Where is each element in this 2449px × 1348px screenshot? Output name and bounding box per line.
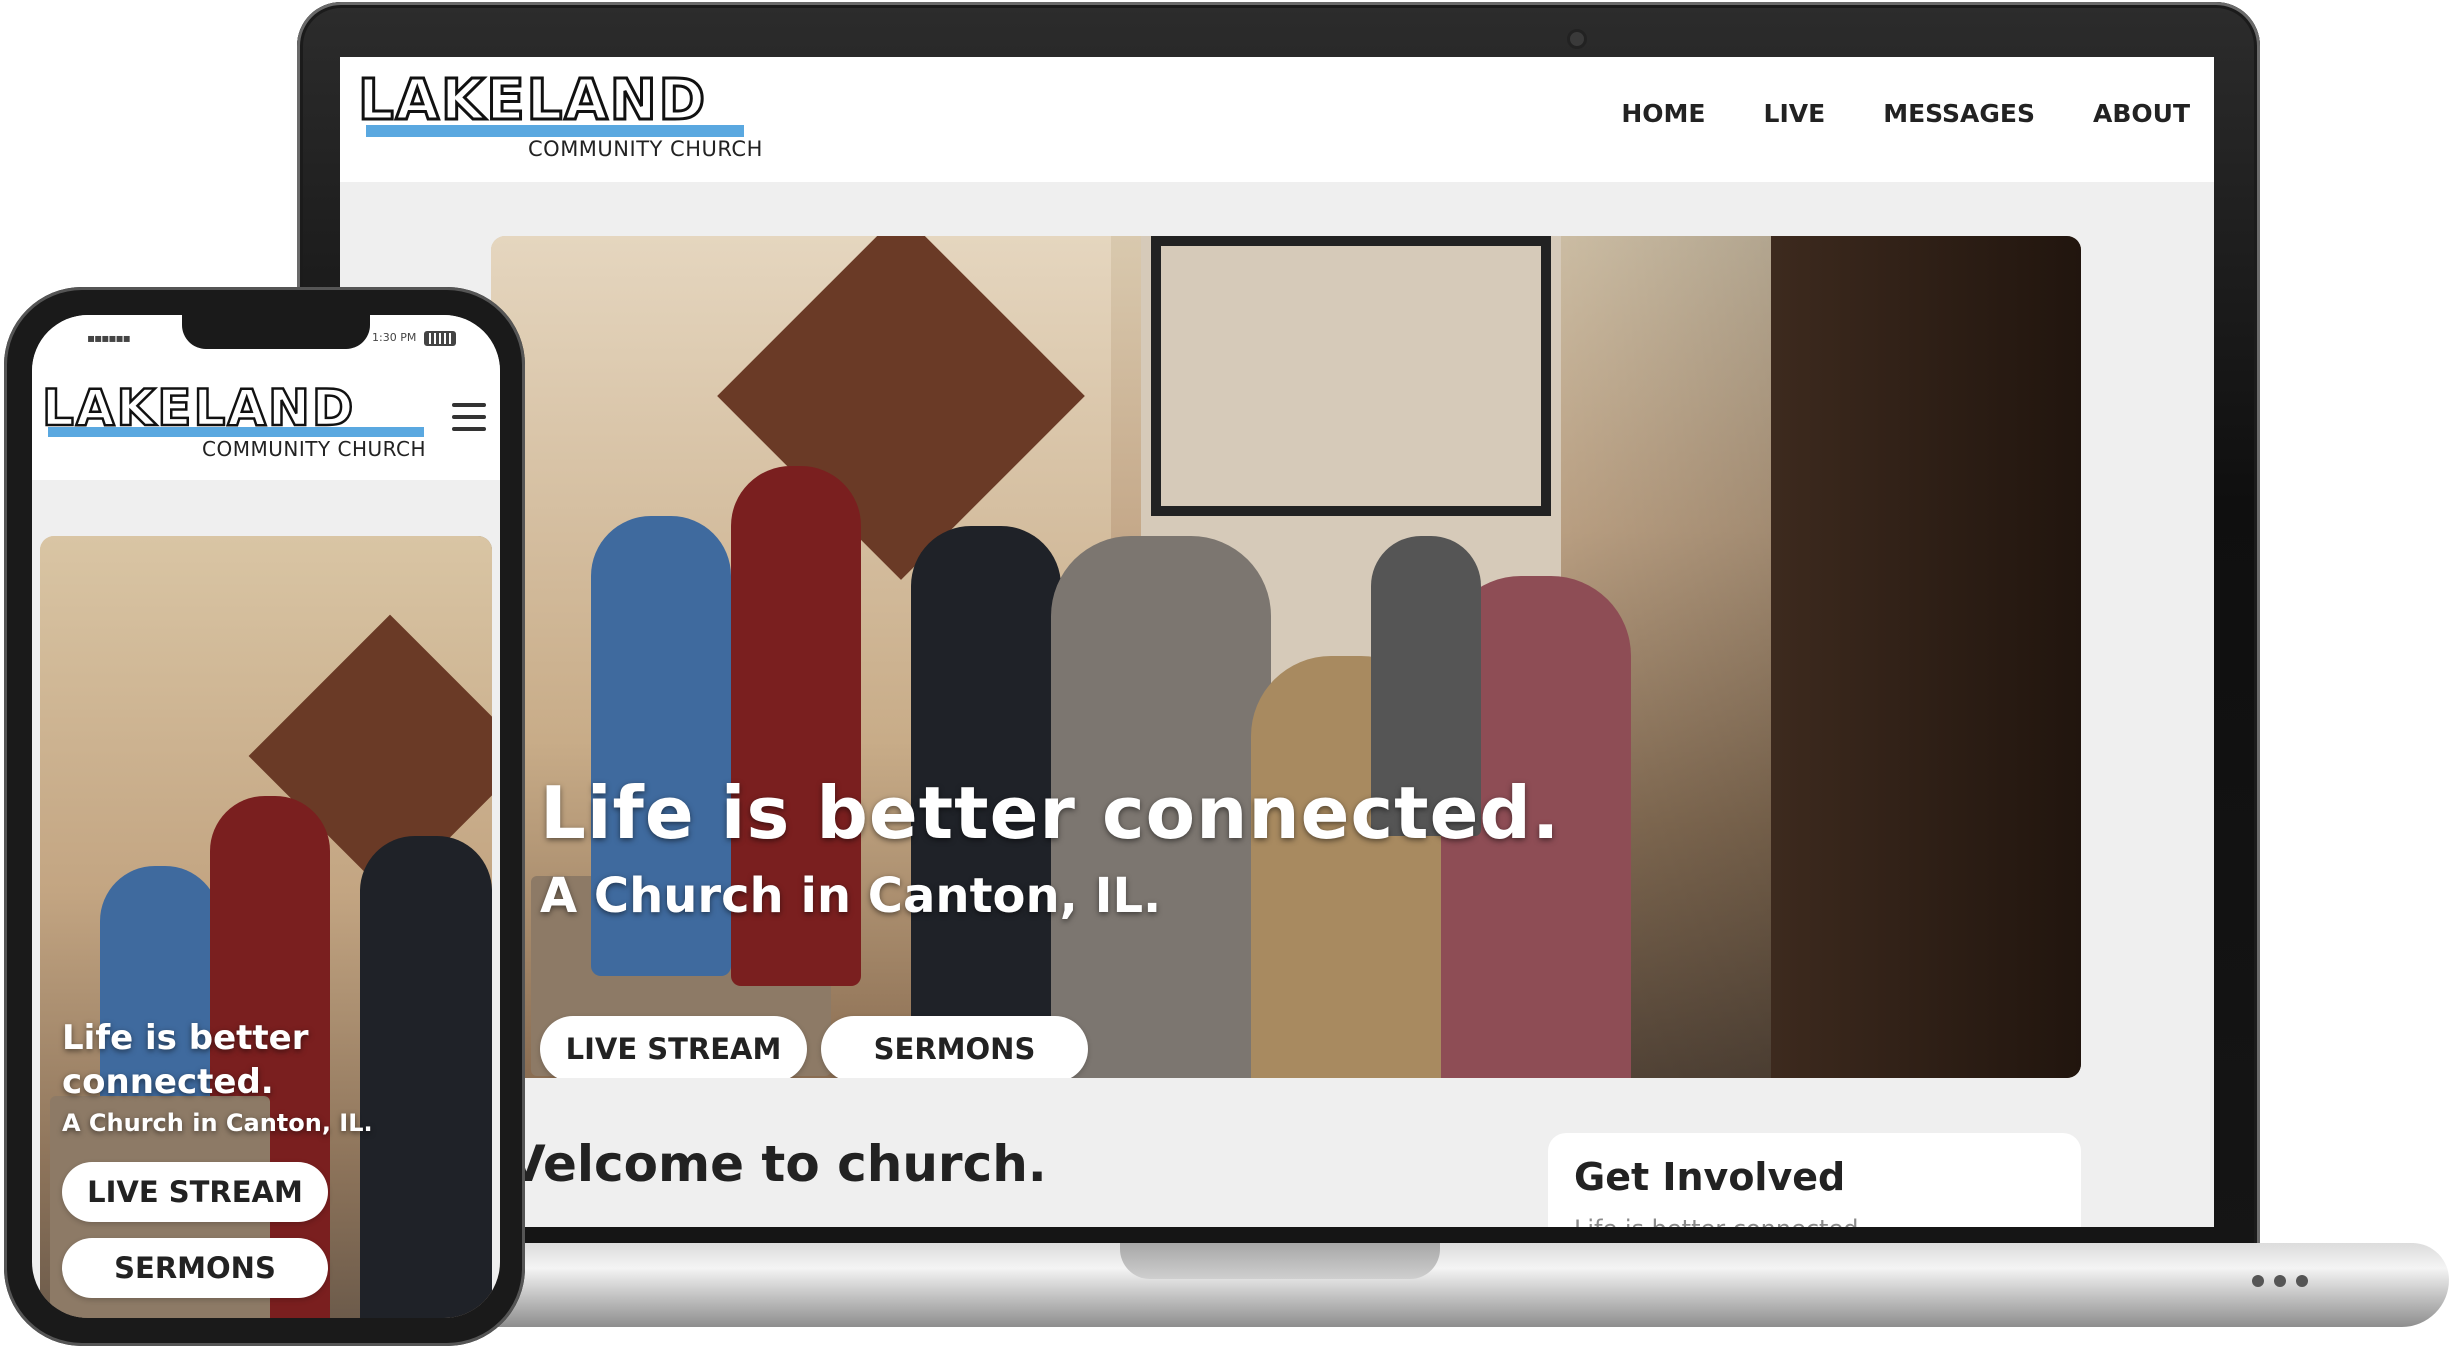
welcome-heading: Velcome to church. — [507, 1135, 1047, 1193]
phone-notch — [182, 315, 370, 349]
mobile-header: LAKELAND COMMUNITY CHURCH — [32, 361, 500, 480]
live-stream-button[interactable]: LIVE STREAM — [540, 1016, 807, 1078]
hero-title: Life is better connected. — [540, 771, 1561, 855]
camera-icon — [1567, 29, 1587, 49]
hero-photo — [491, 236, 2081, 1078]
laptop-notch — [1120, 1243, 1440, 1279]
main-nav: HOME LIVE MESSAGES ABOUT — [1621, 99, 2190, 128]
signal-icon: ▪▪▪▪▪▪ — [87, 331, 131, 345]
desktop-site: LAKELAND COMMUNITY CHURCH HOME LIVE MESS… — [340, 57, 2214, 1227]
status-time: 1:30 PM — [372, 331, 417, 344]
hamburger-icon[interactable] — [452, 403, 486, 435]
mobile-hero-title: Life is better connected. — [62, 1018, 309, 1102]
nav-live[interactable]: LIVE — [1764, 99, 1826, 128]
nav-home[interactable]: HOME — [1621, 99, 1705, 128]
mobile-site: ▪▪▪▪▪▪ 1:30 PM LAKELAND COMMUNITY CHURCH — [32, 315, 500, 1318]
hero-banner: Life is better connected. A Church in Ca… — [491, 236, 2081, 1078]
logo-word: LAKELAND — [41, 379, 356, 437]
mobile-hero: Life is better connected. A Church in Ca… — [40, 536, 492, 1318]
mobile-hero-subtitle: A Church in Canton, IL. — [62, 1109, 373, 1137]
sermons-button[interactable]: SERMONS — [821, 1016, 1088, 1078]
nav-messages[interactable]: MESSAGES — [1883, 99, 2035, 128]
laptop-indicator-dots — [2252, 1272, 2318, 1291]
hero-subtitle: A Church in Canton, IL. — [540, 868, 1162, 924]
logo-word: LAKELAND — [357, 68, 708, 133]
site-logo[interactable]: LAKELAND COMMUNITY CHURCH — [357, 68, 778, 163]
mobile-live-stream-button[interactable]: LIVE STREAM — [62, 1162, 328, 1222]
nav-about[interactable]: ABOUT — [2093, 99, 2190, 128]
logo-subtitle: COMMUNITY CHURCH — [202, 437, 427, 461]
card-text: Life is better connected — [1574, 1215, 1858, 1227]
site-header: LAKELAND COMMUNITY CHURCH HOME LIVE MESS… — [340, 57, 2214, 182]
phone-frame: ▪▪▪▪▪▪ 1:30 PM LAKELAND COMMUNITY CHURCH — [4, 287, 525, 1346]
card-title: Get Involved — [1574, 1155, 1846, 1199]
mobile-logo[interactable]: LAKELAND COMMUNITY CHURCH — [41, 379, 442, 463]
mobile-sermons-button[interactable]: SERMONS — [62, 1238, 328, 1298]
battery-icon — [424, 331, 456, 346]
get-involved-card[interactable]: Get Involved Life is better connected — [1548, 1133, 2081, 1227]
logo-subtitle: COMMUNITY CHURCH — [528, 137, 763, 161]
